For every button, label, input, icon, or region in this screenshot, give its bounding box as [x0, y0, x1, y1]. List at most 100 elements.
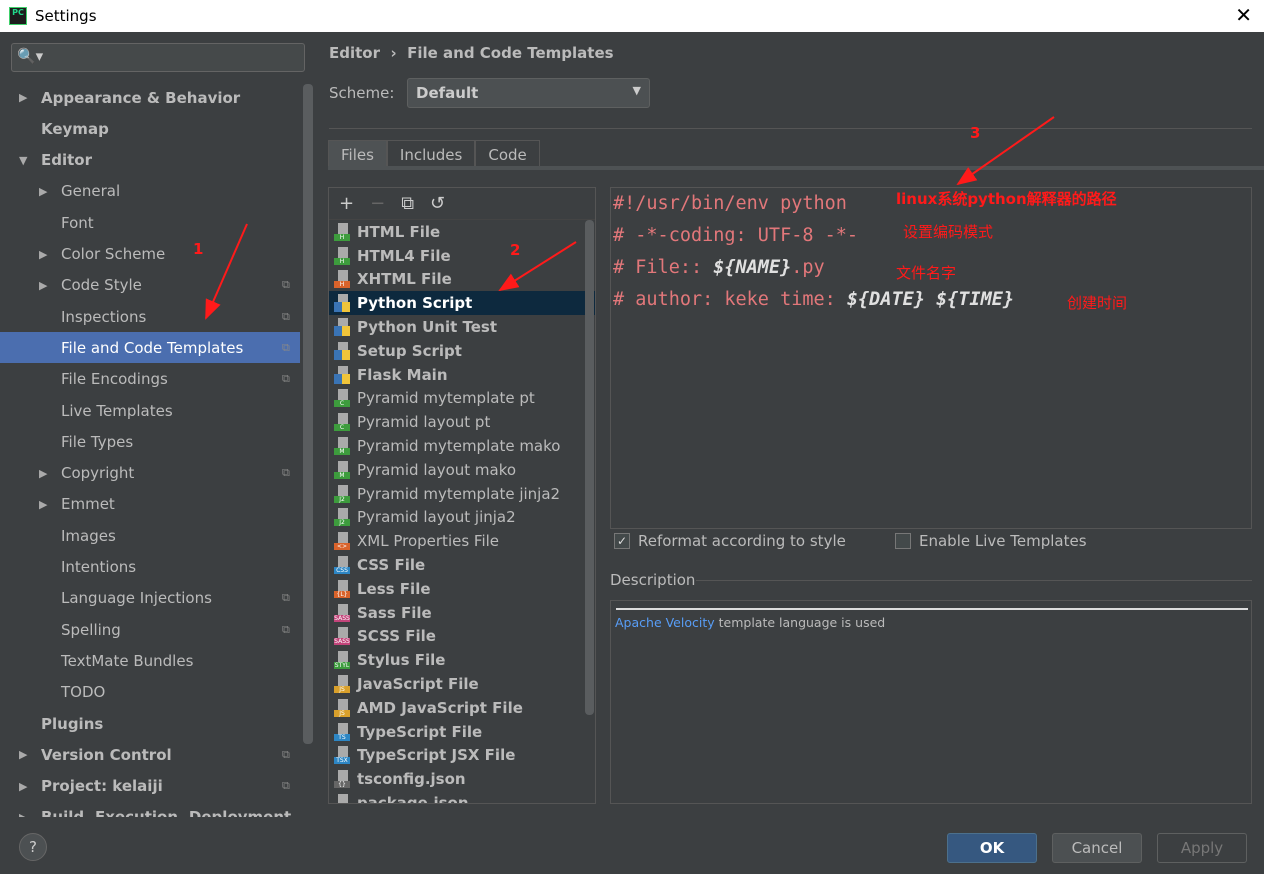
- sidebar-item[interactable]: ▶ General: [0, 176, 300, 207]
- settings-search-input[interactable]: 🔍▾: [11, 43, 305, 72]
- sidebar-item[interactable]: TextMate Bundles: [0, 645, 300, 676]
- file-type-icon: J2: [334, 508, 350, 527]
- list-item[interactable]: <> XML Properties File: [329, 529, 595, 553]
- reformat-checkbox[interactable]: ✓ Reformat according to style: [614, 532, 846, 550]
- list-item[interactable]: STYL Stylus File: [329, 648, 595, 672]
- scheme-select[interactable]: Default ▼: [407, 78, 650, 108]
- file-type-icon: STYL: [334, 651, 350, 670]
- sidebar-item[interactable]: Keymap: [0, 113, 300, 144]
- chevron-right-icon[interactable]: ▶: [19, 811, 27, 817]
- file-type-icon: SASS: [334, 627, 350, 646]
- list-item[interactable]: H XHTML File: [329, 268, 595, 292]
- annotation-encoding: 设置编码模式: [903, 223, 994, 241]
- list-item[interactable]: SASS SCSS File: [329, 625, 595, 649]
- list-item[interactable]: TS TypeScript File: [329, 720, 595, 744]
- list-item[interactable]: Python Unit Test: [329, 315, 595, 339]
- sidebar-item[interactable]: Live Templates: [0, 395, 300, 426]
- tab-includes[interactable]: Includes: [386, 140, 476, 168]
- sidebar-item[interactable]: Images: [0, 520, 300, 551]
- template-name: HTML File: [357, 222, 441, 241]
- chevron-right-icon[interactable]: ▶: [39, 498, 47, 511]
- file-type-icon: M: [334, 437, 350, 456]
- file-type-icon: C: [334, 389, 350, 408]
- apache-velocity-link[interactable]: Apache Velocity: [615, 615, 715, 630]
- cancel-button[interactable]: Cancel: [1052, 833, 1142, 863]
- apply-button[interactable]: Apply: [1157, 833, 1247, 863]
- list-item[interactable]: {} tsconfig.json: [329, 767, 595, 791]
- template-name: Pyramid layout pt: [357, 413, 491, 432]
- sidebar-item[interactable]: ▶ Copyright ⧉: [0, 458, 300, 489]
- help-button[interactable]: ?: [19, 833, 47, 861]
- list-item[interactable]: CSS CSS File: [329, 553, 595, 577]
- chevron-right-icon[interactable]: ▶: [19, 780, 27, 793]
- list-item[interactable]: SASS Sass File: [329, 601, 595, 625]
- file-type-icon: C: [334, 413, 350, 432]
- tab-code[interactable]: Code: [475, 140, 540, 168]
- chevron-right-icon[interactable]: ▶: [39, 248, 47, 261]
- project-settings-icon: ⧉: [282, 591, 290, 605]
- sidebar-item[interactable]: Language Injections ⧉: [0, 583, 300, 614]
- reset-icon[interactable]: ↺: [430, 193, 445, 214]
- list-item[interactable]: TSX TypeScript JSX File: [329, 744, 595, 768]
- sidebar-item[interactable]: Font: [0, 207, 300, 238]
- annotation-created: 创建时间: [1067, 294, 1128, 312]
- sidebar-item[interactable]: TODO: [0, 677, 300, 708]
- sidebar-item[interactable]: File and Code Templates ⧉: [0, 332, 300, 364]
- list-item[interactable]: JS JavaScript File: [329, 672, 595, 696]
- sidebar-item-label: Color Scheme: [61, 245, 166, 263]
- list-item[interactable]: JS AMD JavaScript File: [329, 696, 595, 720]
- description-label: Description: [610, 571, 696, 589]
- remove-icon[interactable]: −: [370, 193, 385, 214]
- sidebar-item[interactable]: Intentions: [0, 552, 300, 583]
- file-type-icon: TSX: [334, 746, 350, 765]
- sidebar-item[interactable]: File Types: [0, 426, 300, 457]
- template-toolbar: + − ⧉ ↺: [329, 188, 595, 220]
- chevron-down-icon[interactable]: ▼: [19, 154, 27, 167]
- close-icon[interactable]: ✕: [1235, 3, 1252, 27]
- list-item[interactable]: Flask Main: [329, 363, 595, 387]
- list-item[interactable]: Setup Script: [329, 339, 595, 363]
- list-item[interactable]: C Pyramid layout pt: [329, 410, 595, 434]
- sidebar-item[interactable]: ▶ Color Scheme: [0, 239, 300, 270]
- list-item[interactable]: {} package.json: [329, 791, 595, 803]
- chevron-right-icon[interactable]: ▶: [39, 185, 47, 198]
- list-item[interactable]: M Pyramid layout mako: [329, 458, 595, 482]
- list-item[interactable]: C Pyramid mytemplate pt: [329, 387, 595, 411]
- tab-files[interactable]: Files: [328, 140, 387, 168]
- sidebar-item[interactable]: ▶ Appearance & Behavior: [0, 82, 300, 113]
- breadcrumb-current: File and Code Templates: [407, 44, 614, 62]
- sidebar-item[interactable]: ▶ Project: kelaiji ⧉: [0, 771, 300, 802]
- sidebar-item[interactable]: File Encodings ⧉: [0, 364, 300, 395]
- chevron-right-icon[interactable]: ▶: [39, 279, 47, 292]
- sidebar-item-label: Intentions: [61, 558, 137, 576]
- list-item[interactable]: H HTML File: [329, 220, 595, 244]
- chevron-right-icon[interactable]: ▶: [19, 748, 27, 761]
- list-item[interactable]: {L} Less File: [329, 577, 595, 601]
- sidebar-item[interactable]: ▼ Editor: [0, 145, 300, 176]
- list-item[interactable]: J2 Pyramid layout jinja2: [329, 506, 595, 530]
- chevron-down-icon: ▼: [632, 84, 641, 97]
- ok-button[interactable]: OK: [947, 833, 1037, 863]
- sidebar-item[interactable]: Spelling ⧉: [0, 614, 300, 645]
- sidebar-scrollbar[interactable]: [303, 84, 313, 744]
- list-item[interactable]: Python Script: [329, 291, 595, 316]
- sidebar-item[interactable]: ▶ Build, Execution, Deployment: [0, 802, 300, 817]
- sidebar-item[interactable]: Inspections ⧉: [0, 301, 300, 332]
- list-scrollbar[interactable]: [585, 220, 594, 715]
- sidebar-item[interactable]: ▶ Code Style ⧉: [0, 270, 300, 301]
- template-name: Setup Script: [357, 341, 462, 360]
- copy-icon[interactable]: ⧉: [401, 193, 414, 214]
- sidebar-item[interactable]: ▶ Emmet: [0, 489, 300, 520]
- list-item[interactable]: J2 Pyramid mytemplate jinja2: [329, 482, 595, 506]
- live-templates-checkbox[interactable]: Enable Live Templates: [895, 532, 1087, 550]
- list-item[interactable]: H HTML4 File: [329, 244, 595, 268]
- sidebar-item[interactable]: ▶ Version Control ⧉: [0, 739, 300, 770]
- chevron-right-icon[interactable]: ▶: [39, 467, 47, 480]
- project-settings-icon: ⧉: [282, 372, 290, 386]
- add-icon[interactable]: +: [339, 193, 354, 214]
- project-settings-icon: ⧉: [282, 340, 290, 354]
- sidebar-item[interactable]: Plugins: [0, 708, 300, 739]
- list-item[interactable]: M Pyramid mytemplate mako: [329, 434, 595, 458]
- chevron-right-icon[interactable]: ▶: [19, 91, 27, 104]
